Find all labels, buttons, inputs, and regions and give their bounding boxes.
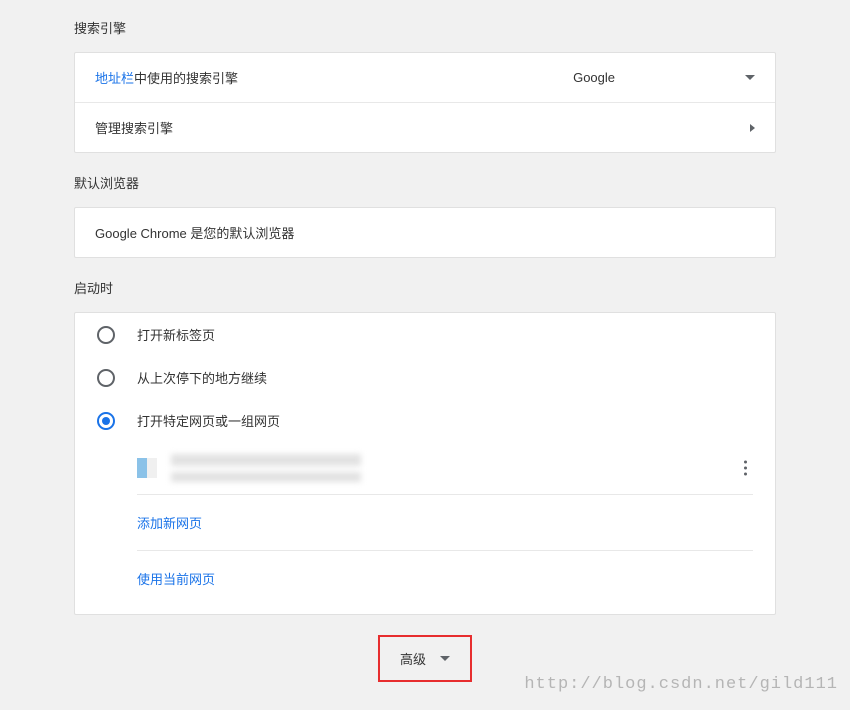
radio-icon-selected [97,412,115,430]
address-bar-search-row[interactable]: 地址栏中使用的搜索引擎 Google [75,53,775,102]
advanced-label: 高级 [400,649,426,668]
page-info [171,454,753,482]
default-browser-status-text: Google Chrome 是您的默认浏览器 [95,223,755,242]
manage-search-engines-label: 管理搜索引擎 [95,118,750,137]
add-new-page-link[interactable]: 添加新网页 [137,495,753,551]
section-title-startup: 启动时 [74,278,776,297]
section-title-default-browser: 默认浏览器 [74,173,776,192]
dropdown-icon [745,75,755,80]
startup-card: 打开新标签页 从上次停下的地方继续 打开特定网页或一组网页 添加新网页 使用当前 [74,312,776,615]
dropdown-icon [440,656,450,661]
watermark: http://blog.csdn.net/gild111 [524,675,838,694]
default-browser-card: Google Chrome 是您的默认浏览器 [74,207,776,258]
address-bar-link: 地址栏 [95,71,134,86]
more-options-icon[interactable] [744,461,747,476]
use-current-pages-link[interactable]: 使用当前网页 [137,551,753,606]
startup-option-specific-pages[interactable]: 打开特定网页或一组网页 [75,399,775,442]
search-engine-select[interactable]: Google [573,70,755,85]
chevron-right-icon [750,124,755,132]
radio-label: 打开新标签页 [137,325,215,344]
page-favicon [137,458,157,478]
page-url-redacted [171,472,361,482]
advanced-button[interactable]: 高级 [378,635,472,682]
manage-search-engines-row[interactable]: 管理搜索引擎 [75,102,775,152]
selected-engine-label: Google [573,70,615,85]
address-bar-search-label: 地址栏中使用的搜索引擎 [95,68,573,87]
startup-page-item[interactable] [137,442,753,495]
startup-option-continue[interactable]: 从上次停下的地方继续 [75,356,775,399]
radio-icon [97,369,115,387]
page-title-redacted [171,454,361,466]
startup-pages-subsection: 添加新网页 使用当前网页 [75,442,775,614]
default-browser-status-row: Google Chrome 是您的默认浏览器 [75,208,775,257]
startup-option-new-tab[interactable]: 打开新标签页 [75,313,775,356]
radio-icon [97,326,115,344]
section-title-search-engine: 搜索引擎 [74,18,776,37]
search-engine-card: 地址栏中使用的搜索引擎 Google 管理搜索引擎 [74,52,776,153]
radio-label: 从上次停下的地方继续 [137,368,267,387]
radio-label: 打开特定网页或一组网页 [137,411,280,430]
